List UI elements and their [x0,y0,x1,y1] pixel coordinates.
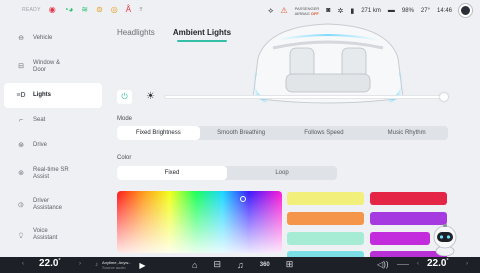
sidebar-item-drive[interactable]: ⊛ Drive [4,133,102,157]
bluetooth-icon: ✲ [337,7,344,15]
car-control-icon[interactable]: ⊟ [213,259,221,270]
sidebar-item-real-time-sr[interactable]: ⊚ Real-time SR Assist [4,157,102,190]
sidebar-item-label: Vehicle [33,34,53,41]
sidebar-item-label: Voice Assistant [33,228,58,241]
lights-tabs: Headlights Ambient Lights [117,28,231,42]
airbag-status: PASSENGER AIRBAG OFF [294,5,320,16]
color-swatch-red[interactable] [370,192,447,205]
left-temperature[interactable]: 22.0° [39,258,60,269]
left-temp-down-icon[interactable]: ‹ [22,261,24,267]
clock: 14:46 [436,7,452,14]
right-temp-down-icon[interactable]: ‹ [417,261,419,267]
camera-360-icon[interactable]: 360 [260,262,270,268]
headlight-icon: ≋ [81,5,89,14]
outside-temp: 27° [420,7,430,14]
color-option-loop[interactable]: Loop [227,166,337,180]
color-picker-handle[interactable] [240,196,246,202]
music-note-icon: ♪ [95,262,98,268]
user-icon[interactable] [459,4,472,17]
color-swatch-yellow[interactable] [287,192,364,205]
brightness-slider[interactable] [164,93,448,101]
sidebar-item-label: Lights [33,92,51,98]
sidebar-item-label: Real-time SR Assist [33,166,69,180]
car-interior-illustration [252,23,404,104]
bottom-dock: ‹ 22.0° › ♪ Anytime, Anyw... Source audi… [0,257,480,273]
mode-option-follows-speed[interactable]: Follows Speed [283,126,366,140]
sidebar-item-lights[interactable]: ≡D Lights [4,83,102,108]
range-text: 271 km [361,7,381,14]
sidebar-item-seat[interactable]: ⌐ Seat [4,108,102,133]
mode-selector: Fixed Brightness Smooth Breathing Follow… [117,126,448,140]
sidebar-item-driver-assistance[interactable]: ⦶ Driver Assistance [4,190,102,220]
color-swatch-mint[interactable] [287,232,364,245]
play-icon[interactable]: ▶ [139,261,145,270]
sidebar-item-window-door[interactable]: ⊟ Window & Door [4,50,102,83]
car-icon: ⊖ [18,34,24,42]
camera-icon: ◙ [326,7,331,14]
battery-text: 98% [401,7,414,14]
media-player[interactable]: ♪ Anytime, Anyw... Source audio ▶ [95,260,146,270]
abs-icon: ◎ [110,5,118,14]
mode-option-smooth-breathing[interactable]: Smooth Breathing [200,126,283,140]
voice-icon: ⍜ [18,231,24,239]
battery-icon: ▬ [387,7,395,14]
lights-icon: ≡D [16,92,26,99]
left-temp-up-icon[interactable]: › [79,261,81,267]
ready-indicator: READY [22,7,41,13]
home-icon[interactable]: ⌂ [192,260,197,270]
right-temperature[interactable]: 22.0° [427,258,448,269]
steering-wheel-warning-icon: ◉ [48,5,56,14]
tab-ambient-lights[interactable]: Ambient Lights [173,28,231,42]
signal-icon: ▮ [350,7,355,15]
sidebar-item-label: Drive [33,141,48,148]
mode-option-music-rhythm[interactable]: Music Rhythm [365,126,448,140]
mode-option-fixed-brightness[interactable]: Fixed Brightness [117,126,200,140]
music-icon[interactable]: ♫ [237,260,244,270]
settings-sidebar: ⊖ Vehicle ⊟ Window & Door ≡D Lights ⌐ Se… [0,26,104,250]
sidebar-item-label: Driver Assistance [33,198,63,211]
volume-icon[interactable]: ◁)) [377,260,388,269]
voice-assistant-robot-icon[interactable] [428,222,462,256]
navigation-icon: ⟡ [268,5,274,15]
color-swatch-orange[interactable] [287,212,364,225]
sidebar-item-vehicle[interactable]: ⊖ Vehicle [4,26,102,50]
ambient-power-button[interactable]: ⏻ [117,90,132,104]
brightness-slider-handle[interactable] [440,93,448,101]
color-label: Color [117,155,132,161]
indicator-icon: ⠿ [139,7,143,13]
right-temp-up-icon[interactable]: › [466,261,468,267]
color-picker[interactable] [117,191,282,253]
color-swatch-magenta[interactable] [370,232,430,245]
sidebar-item-label: Seat [33,117,46,123]
traction-icon: Å [125,5,132,14]
brightness-icon: ☀ [146,91,155,102]
apps-grid-icon[interactable]: ⊞ [286,259,294,270]
sidebar-item-label: Window & Door [33,59,61,73]
seat-icon: ⌐ [18,117,24,124]
seatbelt-icon: ⊜ [96,5,103,14]
steering-icon: ⊛ [18,141,24,149]
radar-icon: ⊚ [18,170,24,177]
volume-slider[interactable] [397,264,409,265]
color-option-fixed[interactable]: Fixed [117,166,227,180]
door-open-icon: ◔◕ [63,5,74,14]
tab-headlights[interactable]: Headlights [117,28,155,37]
assist-icon: ⦶ [18,201,24,209]
dock-apps: ⌂ ⊟ ♫ 360 ⊞ [192,259,293,270]
mode-label: Mode [117,116,133,122]
media-subtitle: Source audio [102,265,126,270]
window-icon: ⊟ [18,63,24,70]
sidebar-item-voice-assistant[interactable]: ⍜ Voice Assistant [4,220,102,250]
power-icon: ⏻ [121,92,128,101]
airbag-icon: ⚠ [280,6,288,15]
color-mode-selector: Fixed Loop [117,166,337,180]
